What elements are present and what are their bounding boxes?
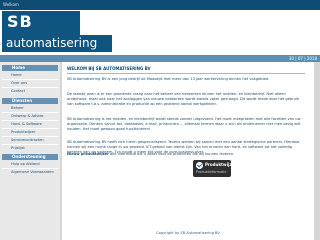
divider	[67, 73, 305, 74]
sidebar: Home Home Over ons Contact Diensten Behe…	[0, 62, 60, 240]
page: Welkom SB automatisering 30 | 07 | 2018 …	[0, 0, 320, 240]
logo-sb: SB	[7, 12, 33, 31]
site-header: Welkom SB automatisering	[0, 0, 320, 55]
sidebar-item-ontwerp-advies[interactable]: Ontwerp & Advies	[11, 113, 43, 119]
sidebar-item-produktwijzer[interactable]: Produktwijzer	[11, 129, 35, 135]
welcome-text: Welkom	[3, 2, 19, 7]
date-bar: 30 | 07 | 2018	[0, 55, 320, 62]
sidebar-section-diensten: Diensten	[2, 98, 58, 104]
check-icon	[196, 162, 203, 169]
top-bar: Welkom	[0, 0, 320, 10]
sidebar-item-home[interactable]: Home	[11, 72, 22, 78]
produktwijzer-link[interactable]: produktwijzer	[81, 152, 109, 156]
intro-paragraph: SB Automatisering BV is een jong bedrijf…	[67, 77, 270, 81]
produktwijzer-badge[interactable]: Produktwijzer Produktinformatie	[193, 160, 236, 177]
badge-title: Produktwijzer	[205, 162, 237, 167]
footer: Copyright by SB Automatisering BV	[62, 230, 314, 240]
paragraph-produktwijzer: Nieuw produktwijzer alle informatie die …	[67, 152, 303, 157]
sidebar-item-algemene-voorwaarden[interactable]: Algemene Voorwaarden	[11, 169, 54, 175]
new-label: Nieuw	[67, 152, 80, 156]
current-date: 30 | 07 | 2018	[288, 56, 317, 61]
produktwijzer-text: alle informatie die u zoekt voor de prod…	[110, 152, 235, 156]
logo-wordmark: automatisering	[2, 35, 318, 52]
sidebar-item-hard-software[interactable]: Hard- & Software	[11, 121, 42, 127]
paragraph-organisatie: SB Automatisering is het midden- en klei…	[67, 117, 301, 131]
sidebar-item-beheer[interactable]: Beheer	[11, 105, 24, 111]
badge-subtitle: Produktinformatie	[196, 170, 227, 174]
page-title: WELKOM BIJ SB AUTOMATISERING BV	[67, 66, 151, 71]
sidebar-section-ondersteuning: Ondersteuning	[2, 154, 58, 160]
sidebar-item-contact[interactable]: Contact	[11, 88, 25, 94]
main-content: WELKOM BIJ SB AUTOMATISERING BV SB Autom…	[62, 62, 314, 240]
sidebar-item-prijslijst[interactable]: Prijslijst	[11, 145, 25, 151]
copyright-text: Copyright by SB Automatisering BV	[156, 231, 220, 235]
sidebar-item-over-ons[interactable]: Over ons	[11, 80, 27, 86]
sidebar-item-servicecontracten[interactable]: Servicecontracten	[11, 137, 44, 143]
sidebar-item-hulp-op-afstand[interactable]: Hulp op Afstand	[11, 161, 40, 167]
paragraph-netwerken: De laatste jaren is er een groeiende vra…	[67, 92, 300, 106]
sidebar-section-home: Home	[2, 65, 58, 71]
logo-wordmark-text: automatisering	[2, 35, 112, 52]
